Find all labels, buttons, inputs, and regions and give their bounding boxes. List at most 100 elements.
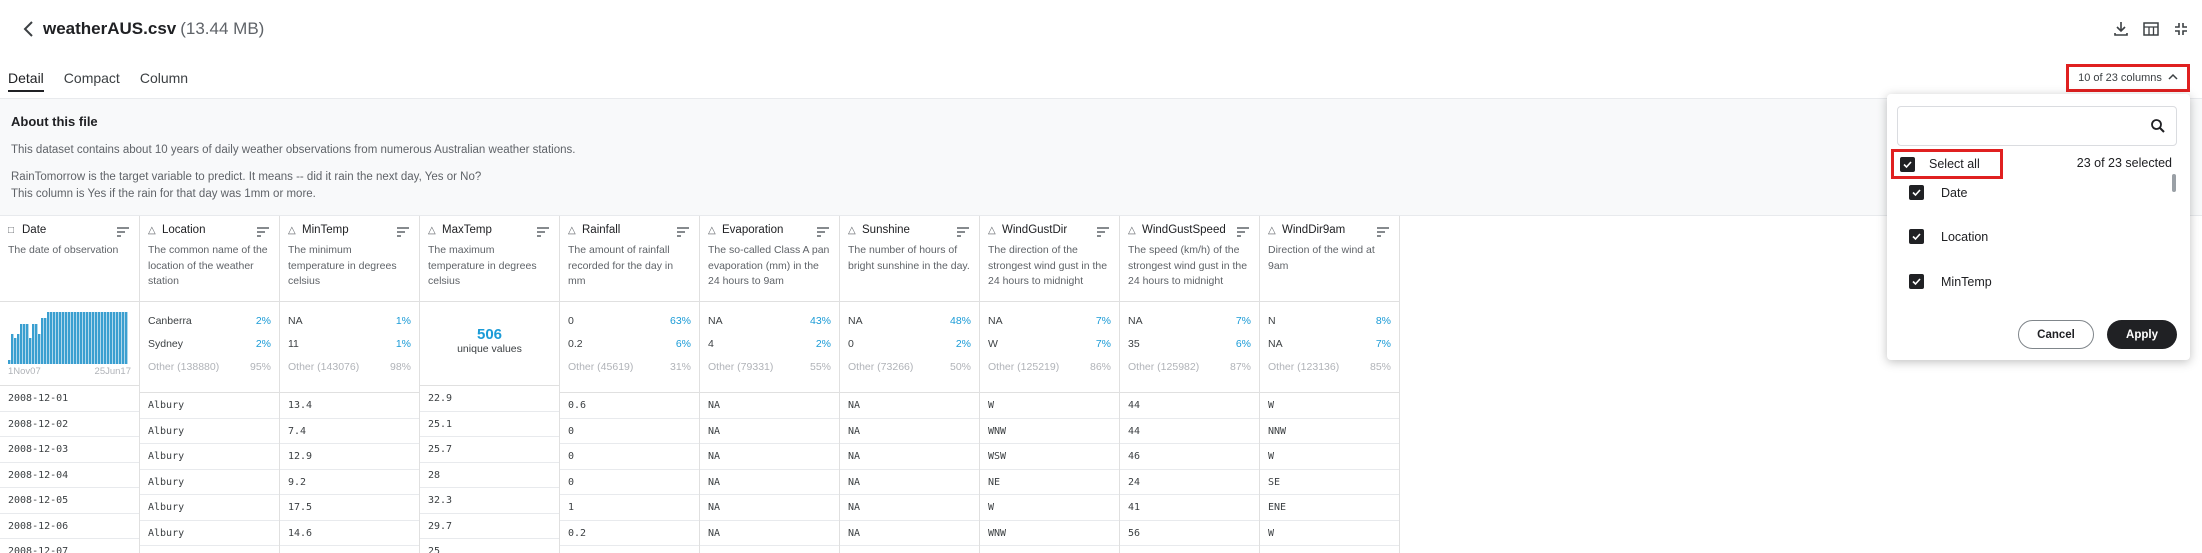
table-cell[interactable]: NA [700, 546, 839, 553]
column-header[interactable]: △ WindGustSpeed The speed (km/h) of the st… [1120, 216, 1259, 302]
table-cell[interactable]: NA [840, 419, 979, 444]
column-header[interactable]: △ Location The common name of the location… [140, 216, 279, 302]
sort-menu-icon[interactable] [957, 224, 969, 237]
column-header[interactable]: □ Date The date of observation [0, 216, 139, 302]
table-cell[interactable]: NA [700, 470, 839, 495]
table-cell[interactable]: NA [700, 495, 839, 521]
columns-selector-button[interactable]: 10 of 23 columns [2066, 64, 2190, 92]
table-cell[interactable]: 0.2 [560, 521, 699, 546]
sort-menu-icon[interactable] [117, 224, 129, 237]
table-cell[interactable]: NA [700, 521, 839, 546]
sort-menu-icon[interactable] [397, 224, 409, 237]
table-cell[interactable]: NA [840, 495, 979, 521]
list-scrollbar[interactable] [2172, 174, 2176, 192]
table-cell[interactable]: NA [700, 419, 839, 444]
table-cell[interactable]: 24 [1120, 470, 1259, 495]
table-cell[interactable]: 9.2 [280, 470, 419, 495]
table-cell[interactable]: 22.9 [420, 386, 559, 412]
table-cell[interactable]: 41 [1120, 495, 1259, 521]
table-cell[interactable]: 50 [1120, 546, 1259, 553]
sort-menu-icon[interactable] [1097, 224, 1109, 237]
table-cell[interactable]: Albury [140, 444, 279, 470]
column-option-date[interactable]: Date [1909, 185, 1967, 200]
table-cell[interactable]: NA [840, 521, 979, 546]
column-search-input[interactable] [1906, 107, 2146, 143]
table-cell[interactable]: W [1260, 393, 1399, 419]
table-cell[interactable]: 2008-12-06 [0, 514, 139, 539]
table-cell[interactable]: 29.7 [420, 514, 559, 539]
column-header[interactable]: △ Evaporation The so-called Class A pan ev… [700, 216, 839, 302]
column-header[interactable]: △ MinTemp The minimum temperature in degre… [280, 216, 419, 302]
sort-menu-icon[interactable] [257, 224, 269, 237]
table-cell[interactable]: 14.3 [280, 546, 419, 553]
column-option-mintemp[interactable]: MinTemp [1909, 274, 1992, 289]
table-cell[interactable]: NA [840, 470, 979, 495]
table-cell[interactable]: 44 [1120, 393, 1259, 419]
table-cell[interactable]: 0 [560, 444, 699, 470]
table-cell[interactable]: NA [700, 393, 839, 419]
table-cell[interactable]: 2008-12-07 [0, 539, 139, 553]
table-cell[interactable]: NNW [1260, 419, 1399, 444]
table-cell[interactable]: Albury [140, 495, 279, 521]
table-cell[interactable]: WSW [980, 444, 1119, 470]
table-cell[interactable]: WNW [980, 521, 1119, 546]
column-header[interactable]: △ WindGustDir The direction of the stronge… [980, 216, 1119, 302]
apply-button[interactable]: Apply [2107, 320, 2177, 349]
sort-menu-icon[interactable] [677, 224, 689, 237]
table-cell[interactable]: 56 [1120, 521, 1259, 546]
sort-menu-icon[interactable] [1377, 224, 1389, 237]
table-cell[interactable]: W [1260, 521, 1399, 546]
table-cell[interactable]: 25.1 [420, 412, 559, 437]
table-cell[interactable]: 2008-12-05 [0, 488, 139, 514]
table-cell[interactable]: 1 [560, 495, 699, 521]
table-cell[interactable]: 7.4 [280, 419, 419, 444]
select-all-checkbox[interactable]: Select all [1891, 149, 2003, 179]
table-cell[interactable]: W [980, 495, 1119, 521]
table-cell[interactable]: NE [980, 470, 1119, 495]
download-icon[interactable] [2112, 20, 2130, 38]
column-option-location[interactable]: Location [1909, 229, 1988, 244]
table-cell[interactable]: 13.4 [280, 393, 419, 419]
date-histogram[interactable] [8, 308, 128, 364]
table-cell[interactable]: 2008-12-04 [0, 463, 139, 488]
table-cell[interactable]: 17.5 [280, 495, 419, 521]
cancel-button[interactable]: Cancel [2018, 320, 2094, 349]
table-cell[interactable]: 2008-12-01 [0, 386, 139, 412]
collapse-icon[interactable] [2172, 20, 2190, 38]
sort-menu-icon[interactable] [817, 224, 829, 237]
table-cell[interactable]: 0 [560, 470, 699, 495]
tab-detail[interactable]: Detail [8, 70, 44, 92]
table-cell[interactable]: NA [840, 546, 979, 553]
table-cell[interactable]: W [980, 546, 1119, 553]
table-cell[interactable]: 0 [560, 546, 699, 553]
tab-compact[interactable]: Compact [64, 70, 120, 92]
table-cell[interactable]: NA [840, 444, 979, 470]
table-cell[interactable]: NA [700, 444, 839, 470]
column-header[interactable]: △ MaxTemp The maximum temperature in degre… [420, 216, 559, 302]
table-cell[interactable]: 44 [1120, 419, 1259, 444]
table-cell[interactable]: Albury [140, 470, 279, 495]
table-cell[interactable]: Albury [140, 419, 279, 444]
table-cell[interactable]: SE [1260, 470, 1399, 495]
table-cell[interactable]: 32.3 [420, 488, 559, 514]
column-header[interactable]: △ WindDir9am Direction of the wind at 9am [1260, 216, 1399, 302]
table-cell[interactable]: Albury [140, 521, 279, 546]
sort-menu-icon[interactable] [537, 224, 549, 237]
search-icon[interactable] [2150, 118, 2166, 134]
table-icon[interactable] [2142, 20, 2160, 38]
table-cell[interactable]: Albury [140, 393, 279, 419]
table-cell[interactable]: 14.6 [280, 521, 419, 546]
table-cell[interactable]: NA [840, 393, 979, 419]
column-header[interactable]: △ Sunshine The number of hours of bright s… [840, 216, 979, 302]
table-cell[interactable]: Albury [140, 546, 279, 553]
column-header[interactable]: △ Rainfall The amount of rainfall recorded… [560, 216, 699, 302]
table-cell[interactable]: 0 [560, 419, 699, 444]
table-cell[interactable]: WNW [980, 419, 1119, 444]
table-cell[interactable]: SW [1260, 546, 1399, 553]
table-cell[interactable]: 12.9 [280, 444, 419, 470]
back-arrow-icon[interactable] [18, 18, 40, 40]
tab-column[interactable]: Column [140, 70, 188, 92]
table-cell[interactable]: W [980, 393, 1119, 419]
table-cell[interactable]: 0.6 [560, 393, 699, 419]
table-cell[interactable]: 28 [420, 463, 559, 488]
